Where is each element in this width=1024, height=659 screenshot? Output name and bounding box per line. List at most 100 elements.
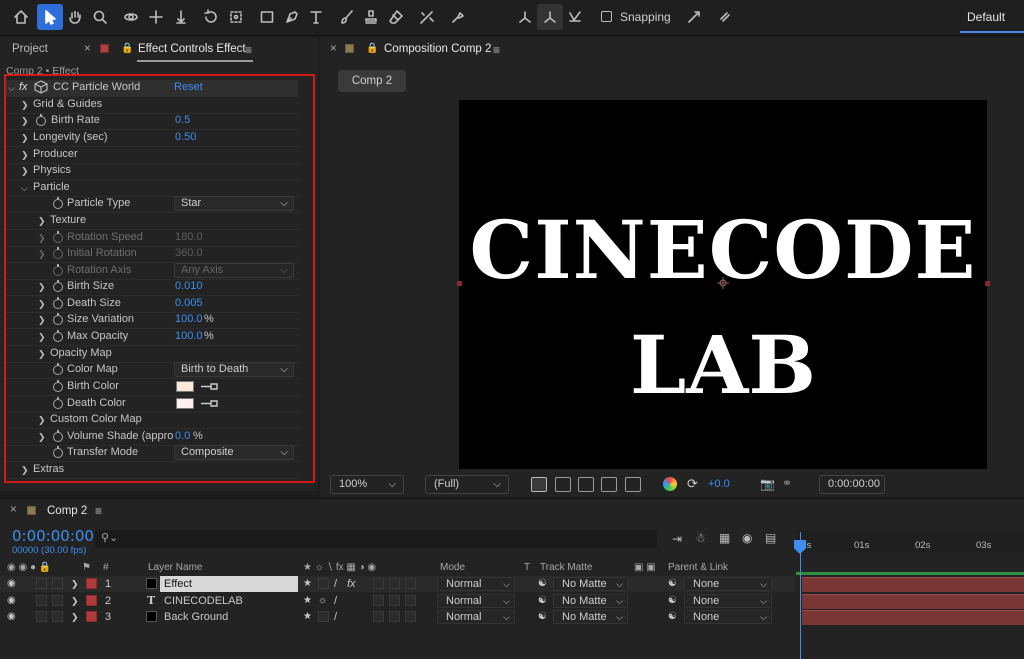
death-color-swatch[interactable] xyxy=(176,398,194,409)
view-axis-icon[interactable] xyxy=(562,4,588,30)
graph-editor-icon[interactable]: ▤ xyxy=(765,531,776,545)
layer-duration-bar[interactable] xyxy=(802,610,1024,625)
selection-icon[interactable] xyxy=(37,4,63,30)
eraser-icon[interactable] xyxy=(383,4,409,30)
mode-dropdown[interactable]: Normal ⌵ xyxy=(437,577,515,591)
frame-blending-icon[interactable]: ▦ xyxy=(719,531,730,545)
tab-effect-controls[interactable]: Effect Controls Effect xyxy=(138,43,246,55)
stopwatch-icon[interactable] xyxy=(53,297,63,309)
chevron-right-icon[interactable]: ❯ xyxy=(21,165,31,177)
panel-menu-icon[interactable]: ≡ xyxy=(493,43,500,57)
chevron-right-icon[interactable]: ❯ xyxy=(38,414,48,426)
chevron-right-icon[interactable]: ❯ xyxy=(38,331,48,343)
label-color[interactable] xyxy=(86,578,97,589)
puppet-icon[interactable] xyxy=(444,4,470,30)
track-matte-dropdown[interactable]: No Matte ⌵ xyxy=(553,577,628,591)
chevron-right-icon[interactable]: ❯ xyxy=(21,132,31,144)
hand-icon[interactable] xyxy=(62,4,88,30)
viewer-timecode[interactable]: 0:00:00:00 xyxy=(819,475,885,494)
parent-dropdown[interactable]: None ⌵ xyxy=(684,594,772,608)
tab-timeline-comp[interactable]: Comp 2 xyxy=(47,505,87,517)
dolly-icon[interactable] xyxy=(168,4,194,30)
close-tab-icon[interactable]: × xyxy=(330,43,337,55)
eye-icon[interactable]: ◉ xyxy=(7,593,16,609)
exposure-reset-icon[interactable]: ⟳ xyxy=(687,476,698,492)
reset-link[interactable]: Reset xyxy=(174,81,203,93)
lock-icon[interactable]: 🔒 xyxy=(366,43,378,54)
birth-size-value[interactable]: 0.010 xyxy=(175,280,203,292)
layer-duration-bar[interactable] xyxy=(802,577,1024,592)
switch-box[interactable] xyxy=(405,578,416,589)
layer-search-input[interactable]: ⚲⌄ xyxy=(95,530,657,548)
snapping-checkbox[interactable] xyxy=(601,11,612,22)
layer-name[interactable]: Back Ground xyxy=(164,609,228,625)
stopwatch-icon[interactable] xyxy=(53,313,63,325)
group-custom-color-map[interactable]: ❯ Custom Color Map xyxy=(6,412,298,429)
layer-name-header[interactable]: Layer Name xyxy=(148,562,202,573)
group-particle[interactable]: ⌵ Particle xyxy=(6,180,298,197)
clone-stamp-icon[interactable] xyxy=(358,4,384,30)
matte-link-icon[interactable]: ☯ xyxy=(538,593,547,609)
pick-whip-icon[interactable]: ☯ xyxy=(668,609,677,625)
matte-link-icon[interactable]: ☯ xyxy=(538,609,547,625)
show-snapshot-icon[interactable]: ⚭ xyxy=(782,476,792,490)
matte-link-icon[interactable]: ☯ xyxy=(538,576,547,592)
workspace-default[interactable]: Default xyxy=(967,10,1005,24)
region-of-interest-icon[interactable] xyxy=(601,477,617,492)
switch-box[interactable] xyxy=(373,595,384,606)
transparency-grid-icon[interactable] xyxy=(555,477,571,492)
color-channels-icon[interactable] xyxy=(663,477,677,491)
size-variation-value[interactable]: 100.0 xyxy=(175,313,203,325)
chevron-right-icon[interactable]: ❯ xyxy=(38,232,48,244)
lock-icon[interactable]: 🔒 xyxy=(121,43,133,54)
tab-project[interactable]: Project xyxy=(12,43,48,55)
group-extras[interactable]: ❯ Extras xyxy=(6,462,298,479)
eyedropper-icon[interactable] xyxy=(199,381,219,392)
switch-box[interactable] xyxy=(405,595,416,606)
color-map-dropdown[interactable]: Birth to Death ⌵ xyxy=(174,362,294,377)
chevron-down-icon[interactable]: ⌵ xyxy=(8,82,18,94)
pick-whip-icon[interactable]: ☯ xyxy=(668,576,677,592)
layer-name[interactable]: Effect xyxy=(160,576,298,592)
parent-dropdown[interactable]: None ⌵ xyxy=(684,577,772,591)
exposure-value[interactable]: +0.0 xyxy=(708,478,730,490)
chevron-down-icon[interactable]: ⌵ xyxy=(21,182,31,194)
switch-box[interactable] xyxy=(318,611,329,622)
stopwatch-icon[interactable] xyxy=(53,247,63,259)
local-axis-icon[interactable] xyxy=(512,4,538,30)
stopwatch-icon[interactable] xyxy=(53,380,63,392)
stopwatch-icon[interactable] xyxy=(53,363,63,375)
group-opacity-map[interactable]: ❯ Opacity Map xyxy=(6,346,298,363)
switch-box[interactable] xyxy=(373,578,384,589)
close-tab-icon[interactable]: × xyxy=(10,504,17,516)
stopwatch-icon[interactable] xyxy=(53,430,63,442)
shy-switch-icon[interactable]: ★ xyxy=(303,593,312,609)
fx-switch-icon[interactable]: fx xyxy=(347,576,356,592)
comp-mini-flowchart-icon[interactable]: ⇥ xyxy=(672,532,682,546)
panel-menu-icon[interactable]: ≡ xyxy=(245,43,252,57)
birth-rate-value[interactable]: 0.5 xyxy=(175,114,190,126)
group-physics[interactable]: ❯ Physics xyxy=(6,163,298,180)
table-row[interactable]: ◉ ❯ 3 Back Ground ★ / Normal ⌵ ☯ No Matte… xyxy=(0,609,795,625)
eyedropper-icon[interactable] xyxy=(199,398,219,409)
chevron-right-icon[interactable]: ❯ xyxy=(38,298,48,310)
quality-switch-icon[interactable]: / xyxy=(334,609,337,625)
chevron-right-icon[interactable]: ❯ xyxy=(21,99,31,111)
effect-header-row[interactable]: ⌵ fx CC Particle World Reset xyxy=(6,80,298,97)
chevron-right-icon[interactable]: ❯ xyxy=(21,464,31,476)
group-grid-guides[interactable]: ❯ Grid & Guides xyxy=(6,97,298,114)
longevity-value[interactable]: 0.50 xyxy=(175,131,196,143)
stopwatch-icon[interactable] xyxy=(53,231,63,243)
switch-box[interactable] xyxy=(318,578,329,589)
shy-switch-icon[interactable]: ★ xyxy=(303,609,312,625)
mode-dropdown[interactable]: Normal ⌵ xyxy=(437,594,515,608)
audio-switch[interactable] xyxy=(36,578,47,589)
chevron-right-icon[interactable]: ❯ xyxy=(38,348,48,360)
birth-color-swatch[interactable] xyxy=(176,381,194,392)
close-tab-icon[interactable]: × xyxy=(84,43,91,55)
layer-name[interactable]: CINECODELAB xyxy=(164,593,243,609)
table-row[interactable]: ◉ ❯ 2 T CINECODELAB ★ ☼ / Normal ⌵ ☯ No M… xyxy=(0,593,795,609)
max-opacity-value[interactable]: 100.0 xyxy=(175,330,203,342)
collapse-switch-icon[interactable]: ☼ xyxy=(318,593,327,609)
timeline-timecode[interactable]: 0:00:00:00 xyxy=(12,527,94,545)
